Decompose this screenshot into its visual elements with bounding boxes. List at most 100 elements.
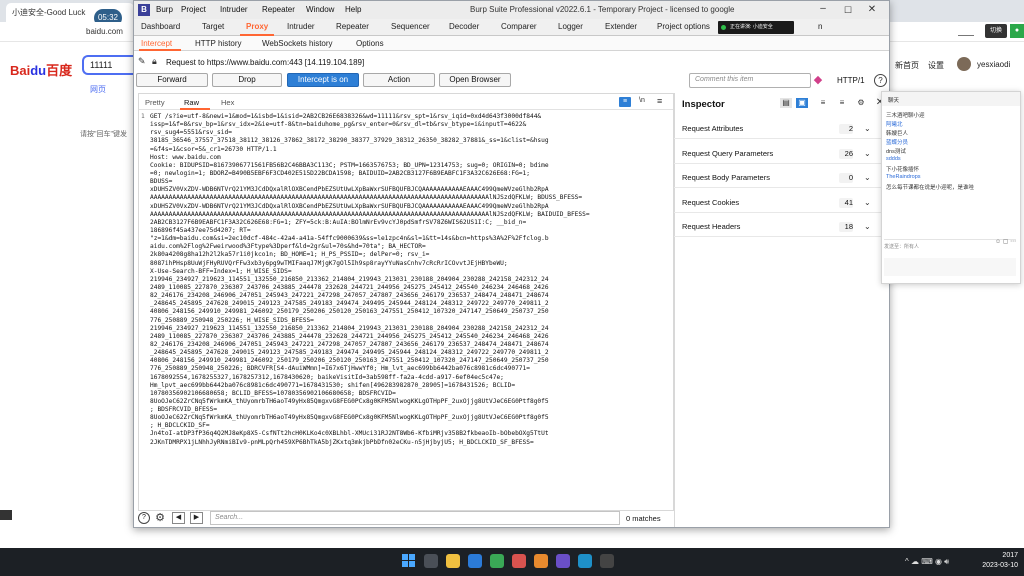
search-help-icon[interactable]: ? xyxy=(138,512,150,524)
baidu-link-settings[interactable]: 设置 xyxy=(928,60,944,71)
collapse-icon[interactable]: ≡ xyxy=(836,98,848,108)
tab-websockets-history[interactable]: WebSockets history xyxy=(262,39,333,48)
request-line-text: _248645_245895_247628_249015_249123_2475… xyxy=(150,300,549,308)
chevron-down-icon[interactable]: ⌄ xyxy=(864,222,871,231)
tab-comparer[interactable]: Comparer xyxy=(501,22,537,31)
baidu-username[interactable]: yesxiaodi xyxy=(977,60,1010,69)
tab-dashboard[interactable]: Dashboard xyxy=(141,22,180,31)
request-editor[interactable]: Pretty Raw Hex ≡ \n ≡ 1 GET /s?ie=utf-8&n… xyxy=(138,93,674,511)
tab-pretty[interactable]: Pretty xyxy=(145,98,165,107)
editor-menu-icon[interactable]: ≡ xyxy=(657,96,662,106)
tab-extender[interactable]: Extender xyxy=(605,22,637,31)
tab-raw[interactable]: Raw xyxy=(184,98,199,107)
layout-list-icon[interactable]: ▤ xyxy=(780,98,792,108)
gear-icon[interactable]: ⚙ xyxy=(153,511,167,525)
menu-intruder[interactable]: Intruder xyxy=(220,5,248,14)
tab-target[interactable]: Target xyxy=(202,22,224,31)
next-match-button[interactable]: ▶ xyxy=(190,512,203,524)
gear-icon[interactable]: ⚙ xyxy=(855,98,867,108)
extension-icon[interactable]: ● xyxy=(1010,24,1024,38)
chevron-down-icon[interactable]: ⌄ xyxy=(864,149,871,158)
tab-user-options[interactable]: n xyxy=(818,22,822,31)
windows-start-icon[interactable] xyxy=(402,554,416,568)
baidu-hint-text: 请按"回车"键发 xyxy=(80,131,127,138)
request-line: ; BDSFRCVID_BFESS= xyxy=(141,406,671,414)
tab-http-history[interactable]: HTTP history xyxy=(195,39,242,48)
file-explorer-icon[interactable] xyxy=(446,554,460,568)
request-body-text[interactable]: 1 GET /s?ie=utf-8&newi=1&mod=1&isbd=1&isi… xyxy=(141,113,671,509)
emoji-icon[interactable]: ☺ ▢ ⋯ xyxy=(995,238,1016,245)
chevron-down-icon[interactable]: ⌄ xyxy=(864,124,871,133)
baidu-tab-web[interactable]: 网页 xyxy=(90,84,106,95)
intercept-toggle-button[interactable]: Intercept is on xyxy=(287,73,359,87)
request-line-text: ; H_BDCLCKID_SF= xyxy=(150,422,210,430)
request-line: 2489_110085_227870_236307_243706_243885_… xyxy=(141,333,671,341)
tab-intruder[interactable]: Intruder xyxy=(287,22,315,31)
side-toggle-icon[interactable] xyxy=(0,510,12,520)
forward-button[interactable]: Forward xyxy=(136,73,208,87)
app-icon[interactable] xyxy=(512,554,526,568)
burp-taskbar-icon[interactable] xyxy=(534,554,548,568)
minimize-icon[interactable]: – xyxy=(816,4,830,16)
app-icon[interactable] xyxy=(578,554,592,568)
open-browser-button[interactable]: Open Browser xyxy=(439,73,511,87)
chat-app-icon[interactable] xyxy=(490,554,504,568)
tab-sequencer[interactable]: Sequencer xyxy=(391,22,430,31)
browser-icon[interactable] xyxy=(468,554,482,568)
avatar[interactable] xyxy=(957,57,971,71)
inspector-row-count: 41 xyxy=(839,198,853,208)
drop-button[interactable]: Drop xyxy=(212,73,282,87)
newline-toggle-icon[interactable]: \n xyxy=(639,97,645,104)
search-icon[interactable] xyxy=(424,554,438,568)
request-line-text: 186896f45a437ee75d4207; RT= xyxy=(150,226,251,234)
align-icon[interactable]: ≡ xyxy=(817,98,829,108)
menu-burp[interactable]: Burp xyxy=(156,5,173,14)
app-icon[interactable] xyxy=(600,554,614,568)
pencil-icon[interactable]: ✎ xyxy=(138,56,148,66)
tab-repeater[interactable]: Repeater xyxy=(336,22,369,31)
chevron-down-icon[interactable]: ⌄ xyxy=(864,173,871,182)
request-line-text: Jn4toI-atDP3fP36q4Q2MJ8eKp8X5-CsfNTt2hcH… xyxy=(150,430,549,438)
chat-message-input[interactable] xyxy=(884,258,1016,276)
request-line: 186896f45a437ee75d4207; RT= xyxy=(141,227,671,235)
menu-help[interactable]: Help xyxy=(345,5,361,14)
help-icon[interactable]: ? xyxy=(874,74,887,87)
taskbar-clock[interactable]: 2017 2023-03-10 xyxy=(978,551,1018,571)
tab-proxy[interactable]: Proxy xyxy=(246,22,268,31)
request-line-text: rsv_sug4=5551&rsv_sid= xyxy=(150,129,232,137)
search-input[interactable]: Search... xyxy=(210,511,620,525)
request-line-text: X-Use-Search-BFF=Index=1; H_WISE_SIDS= xyxy=(150,267,292,275)
baidu-search-input[interactable]: 11111 xyxy=(82,55,140,75)
tab-project-options[interactable]: Project options xyxy=(657,22,710,31)
minimize-icon[interactable] xyxy=(958,26,974,36)
menu-window[interactable]: Window xyxy=(306,5,334,14)
request-line: 1678092554,1678255327,1678257312,1678430… xyxy=(141,374,671,382)
request-line-text: "z=1&dm=baidu.com&si=2ec10dcf-484c-42a4-… xyxy=(150,235,549,243)
tab-hex[interactable]: Hex xyxy=(221,98,234,107)
highlight-color-icon[interactable]: ◆ xyxy=(811,73,825,87)
wrap-lines-icon[interactable]: ≡ xyxy=(619,97,631,107)
browser-switch-button[interactable]: 切换 xyxy=(985,24,1007,38)
previous-match-button[interactable]: ◀ xyxy=(172,512,185,524)
menu-repeater[interactable]: Repeater xyxy=(262,5,295,14)
tab-logger[interactable]: Logger xyxy=(558,22,583,31)
close-icon[interactable]: ✕ xyxy=(865,4,879,16)
tab-options[interactable]: Options xyxy=(356,39,384,48)
tab-intercept[interactable]: Intercept xyxy=(141,39,172,48)
chevron-down-icon[interactable]: ⌄ xyxy=(864,198,871,207)
system-tray-icons[interactable]: ^ ☁ ⌨ ◉ 🔊︎ xyxy=(905,557,949,567)
menu-project[interactable]: Project xyxy=(181,5,206,14)
layout-panel-icon[interactable]: ▣ xyxy=(796,98,808,108)
app-icon[interactable] xyxy=(556,554,570,568)
http-version-selector[interactable]: HTTP/1 xyxy=(837,76,865,85)
maximize-icon[interactable]: ☐ xyxy=(841,4,855,16)
request-line-text: issp=1&f=8&rsv_bp=1&rsv_idx=2&ie=utf-8&t… xyxy=(150,121,527,129)
request-line-text: 2489_110085_227870_236307_243706_243885_… xyxy=(150,332,549,340)
baidu-link-home[interactable]: 新首页 xyxy=(895,60,919,71)
tab-decoder[interactable]: Decoder xyxy=(449,22,479,31)
action-button[interactable]: Action xyxy=(363,73,435,87)
comment-input[interactable]: Comment this item xyxy=(689,73,811,88)
browser-url[interactable]: baidu.com xyxy=(86,27,123,36)
request-line: 219946_234927_219623_114551_132550_21685… xyxy=(141,325,671,333)
request-line-text: ; BDSFRCVID_BFESS= xyxy=(150,406,218,414)
